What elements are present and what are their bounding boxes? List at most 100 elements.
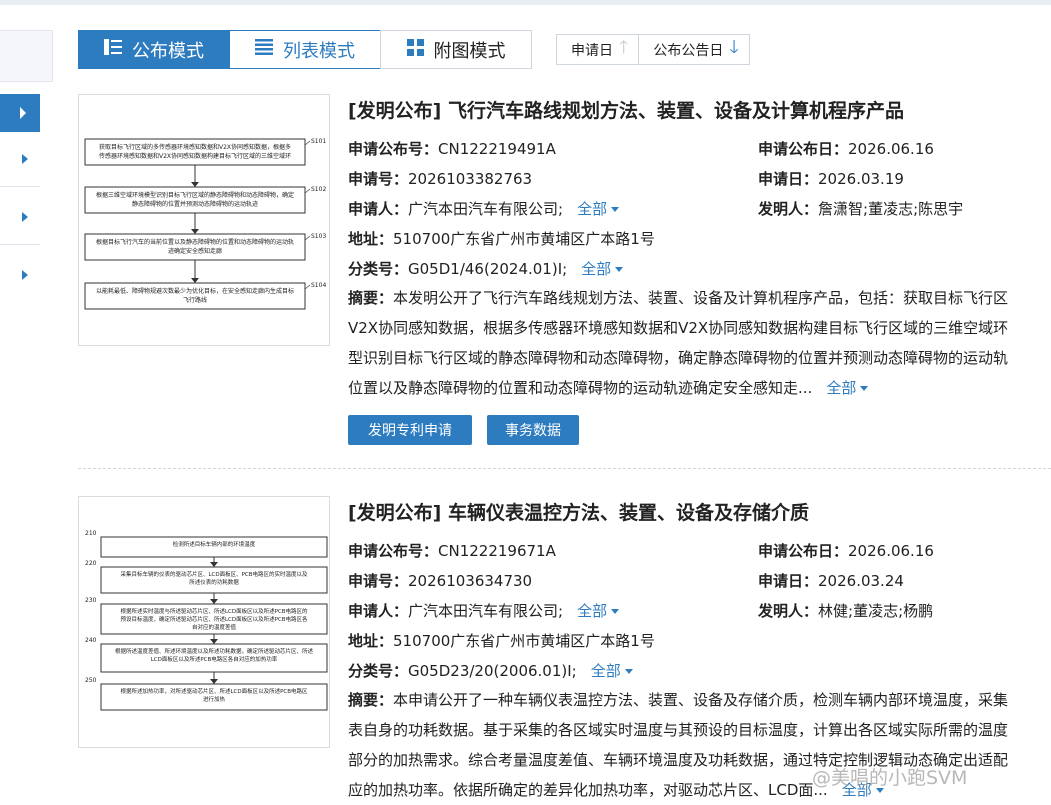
pub-date: 2026.06.16 <box>848 542 934 560</box>
flow-box-text: 根据目标飞行汽车的当前位置以及静态障碍物的位置和动态障碍物的运动轨 <box>96 238 294 246</box>
flow-box-text: 进行加热 <box>203 695 226 703</box>
patent-figure-thumbnail[interactable]: 210 检测所述目标车辆内部的环境温度 220 采集目标车辆的仪表的驱动芯片区、LCD… <box>78 496 330 748</box>
flow-box-text: 获取目标飞行区域的多传感器环境感知数据和V2X协同感知数据，根据多 <box>99 143 291 151</box>
field-label: 摘要： <box>348 691 394 709</box>
flow-box-text: 根据所述加热功率，对所述驱动芯片区、所述LCD面板区以及所述PCB电路区 <box>120 687 308 695</box>
result-title[interactable]: [发明公布] 飞行汽车路线规划方法、装置、设备及计算机程序产品 <box>348 96 904 123</box>
abstract-line: 型识别目标飞行区域的静态障碍物和动态障碍物，确定静态障碍物的位置并预测动态障碍物… <box>348 349 1009 367</box>
pub-date: 2026.06.16 <box>848 140 934 158</box>
flow-arrowhead <box>191 182 199 187</box>
app-date-row: 申请日：2026.03.19 <box>758 168 904 189</box>
sidebar-item[interactable] <box>0 190 40 245</box>
flow-box-text: 根据三维空域环境模型识别目标飞行区域的静态障碍物和动态障碍物，确定 <box>96 191 294 199</box>
pub-date-row: 申请公布日：2026.06.16 <box>758 138 934 159</box>
app-date-row: 申请日：2026.03.24 <box>758 570 904 591</box>
expand-all-link[interactable]: 全部 <box>591 662 633 680</box>
field-label: 摘要： <box>348 289 394 307</box>
field-label: 申请公布日： <box>758 140 849 158</box>
flow-box-text: 预设目标温度，确定所述驱动芯片区、所述LCD面板区以及所述PCB电路区各 <box>120 615 308 623</box>
field-label: 申请人： <box>348 200 409 218</box>
app-no: 2026103382763 <box>408 170 533 188</box>
list-mode-icon <box>255 39 273 60</box>
flow-arrowhead <box>210 562 218 567</box>
expand-abstract-link[interactable]: 全部 <box>826 379 869 397</box>
caret-down-icon <box>615 267 624 272</box>
applicant-row: 申请人：广汽本田汽车有限公司; 全部 <box>348 600 620 621</box>
address: 510700广东省广州市黄埔区广本路1号 <box>393 230 655 248</box>
expand-label: 全部 <box>577 200 608 218</box>
sort-by-apply-date[interactable]: 申请日 🡑 <box>557 35 638 64</box>
patent-figure-thumbnail[interactable]: 获取目标飞行区域的多传感器环境感知数据和V2X协同感知数据，根据多 传感器环境感知… <box>78 94 330 346</box>
sidebar-item[interactable] <box>0 132 40 187</box>
app-date: 2026.03.19 <box>818 170 904 188</box>
sort-controls: 申请日 🡑 公布公告日 🡓 <box>556 34 750 65</box>
abstract-line: V2X协同感知数据，根据多传感器环境感知数据和V2X协同感知数据构建目标飞行区域… <box>348 319 1009 337</box>
applicant: 广汽本田汽车有限公司; <box>408 200 564 218</box>
tab-label: 公布模式 <box>132 40 204 62</box>
transaction-data-button[interactable]: 事务数据 <box>487 415 579 445</box>
field-label: 分类号： <box>348 260 409 278</box>
flow-arrowhead <box>210 599 218 604</box>
flow-arrowhead <box>191 278 199 283</box>
publish-mode-icon <box>104 39 122 60</box>
sort-label: 公布公告日 <box>653 42 724 59</box>
expand-all-link[interactable]: 全部 <box>577 200 620 218</box>
abstract-line: 表自身的功耗数据。基于采集的各区域实时温度与其预设的目标温度，计算出各区域实际所… <box>348 721 1009 739</box>
inventor: 詹潇智;董凌志;陈思宇 <box>818 200 964 218</box>
field-label: 申请日： <box>758 170 819 188</box>
flow-box-text: 根据所述实时温度与所述驱动芯片区、所述LCD面板区以及所述PCB电路区的 <box>120 607 308 615</box>
flow-step-id: S101 <box>311 138 326 145</box>
leader-line <box>304 140 311 146</box>
flow-step-id: S103 <box>311 233 326 240</box>
flow-box <box>84 233 306 261</box>
field-label: 申请人： <box>348 602 409 620</box>
expand-label: 全部 <box>590 662 621 680</box>
flow-box-text: 飞行路线 <box>183 296 207 304</box>
flow-box <box>84 282 306 310</box>
tab-publish-mode[interactable]: 公布模式 <box>78 30 230 69</box>
chevron-right-icon <box>22 212 28 222</box>
chevron-right-icon <box>22 154 28 164</box>
class-row: 分类号：G05D23/20(2006.01)I; 全部 <box>348 660 633 681</box>
expand-all-link[interactable]: 全部 <box>581 260 624 278</box>
caret-down-icon <box>860 386 869 391</box>
field-label: 地址： <box>348 230 394 248</box>
tab-list-mode[interactable]: 列表模式 <box>229 30 381 69</box>
abstract-text: 本发明公开了飞行汽车路线规划方法、装置、设备及计算机程序产品，包括：获取目标飞行… <box>393 289 1009 307</box>
flow-arrowhead <box>210 679 218 684</box>
abstract-text: 本申请公开了一种车辆仪表温控方法、装置、设备及存储介质，检测车辆内部环境温度，采… <box>393 691 1009 709</box>
field-label: 地址： <box>348 632 394 650</box>
tab-label: 附图模式 <box>433 40 506 62</box>
flow-box-text: 所述仪表的功耗数据 <box>189 578 239 586</box>
field-label: 分类号： <box>348 662 409 680</box>
flow-arrowhead <box>210 639 218 644</box>
caret-down-icon <box>624 669 633 674</box>
flow-step-id: S102 <box>311 186 326 193</box>
pub-no-row: 申请公布号：CN122219491A <box>348 138 556 159</box>
invention-application-button[interactable]: 发明专利申请 <box>348 415 472 445</box>
applicant-row: 申请人：广汽本田汽车有限公司; 全部 <box>348 198 620 219</box>
inventor-row: 发明人：詹潇智;董凌志;陈思宇 <box>758 198 963 219</box>
expand-label: 全部 <box>826 379 857 397</box>
sort-by-publish-date[interactable]: 公布公告日 🡓 <box>638 35 748 64</box>
leader-line <box>304 284 311 290</box>
field-label: 申请公布号： <box>348 542 439 560</box>
sidebar-item-active[interactable] <box>0 94 40 132</box>
flow-box-text: 采集目标车辆的仪表的驱动芯片区、LCD面板区、PCB电路区的实时温度以及 <box>120 570 308 578</box>
flow-box <box>84 138 306 166</box>
leader-line <box>304 188 311 194</box>
flow-box-text: 根据所述温度差值、所述环境温度以及所述功耗数据，确定所述驱动芯片区、所述 <box>115 647 314 655</box>
sidebar-item[interactable] <box>0 248 40 303</box>
tab-figure-mode[interactable]: 附图模式 <box>380 30 532 69</box>
field-label: 发明人： <box>758 602 819 620</box>
arrow-down-icon: 🡓 <box>729 36 739 58</box>
flow-box-text: 传感器环境感知数据和V2X协同感知数据构建目标飞行区域的三维空域环 <box>99 152 291 160</box>
sidebar-header <box>0 30 53 82</box>
expand-all-link[interactable]: 全部 <box>577 602 620 620</box>
result-title[interactable]: [发明公布] 车辆仪表温控方法、装置、设备及存储介质 <box>348 498 809 525</box>
pub-no: CN122219671A <box>438 542 556 560</box>
flow-step-id: 220 <box>85 560 97 567</box>
flow-arrowhead <box>191 229 199 234</box>
caret-down-icon <box>611 609 620 614</box>
flow-step-id: 240 <box>85 637 97 644</box>
